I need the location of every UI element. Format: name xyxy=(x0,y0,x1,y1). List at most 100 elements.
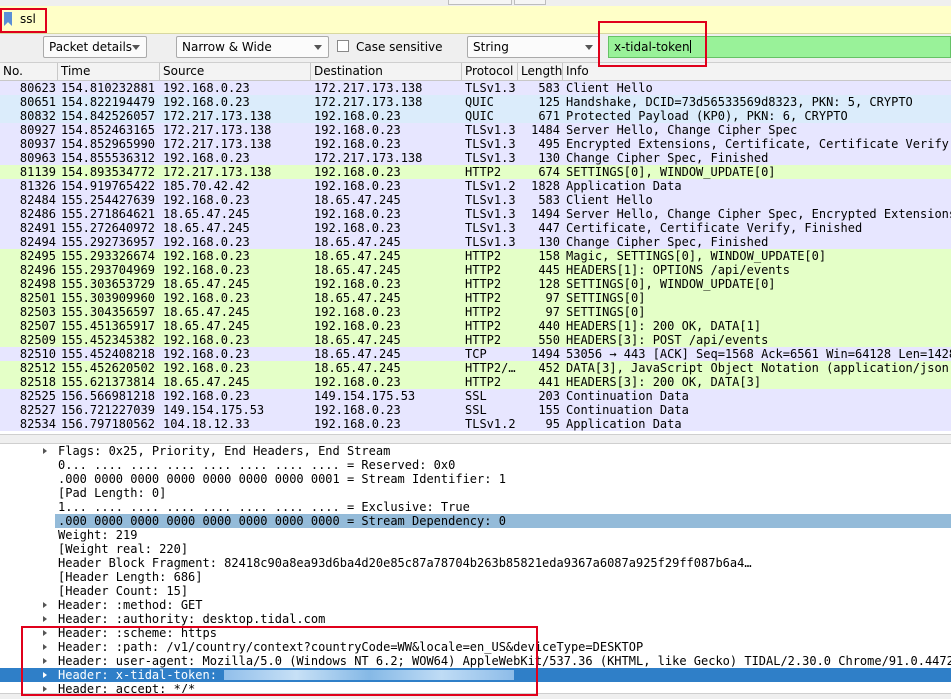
packet-info: Server Hello, Change Cipher Spec, Encryp… xyxy=(566,207,951,221)
search-in-value: Packet details xyxy=(49,40,133,54)
detail-tree-item[interactable]: Header: accept: */* xyxy=(0,682,951,693)
detail-tree-item[interactable]: Header Block Fragment: 82418c90a8ea93d6b… xyxy=(0,556,951,570)
packet-row[interactable]: 82525 156.566981218 192.168.0.23 149.154.17… xyxy=(0,389,951,403)
detail-label: [Pad Length: 0] xyxy=(58,486,167,500)
detail-tree-item[interactable]: Header: :method: GET xyxy=(0,598,951,612)
packet-row[interactable]: 81326 154.919765422 185.70.42.42 192.168.0.… xyxy=(0,179,951,193)
detail-tree-item[interactable]: Header: user-agent: Mozilla/5.0 (Windows… xyxy=(0,654,951,668)
column-protocol[interactable]: Protocol xyxy=(462,63,518,80)
packet-list[interactable]: 80623 154.810232881 192.168.0.23 172.217.17… xyxy=(0,81,951,431)
packet-details-tree[interactable]: Flags: 0x25, Priority, End Headers, End … xyxy=(0,443,951,693)
expand-arrow-icon[interactable] xyxy=(43,686,47,692)
packet-row[interactable]: 82496 155.293704969 192.168.0.23 18.65.47.2… xyxy=(0,263,951,277)
packet-protocol: TLSv1.3 xyxy=(465,221,516,235)
detail-tree-item[interactable]: [Weight real: 220] xyxy=(0,542,951,556)
packet-source: 172.217.173.138 xyxy=(163,123,272,137)
packet-protocol: QUIC xyxy=(465,95,494,109)
packet-info: 53056 → 443 [ACK] Seq=1568 Ack=6561 Win=… xyxy=(566,347,951,361)
detail-text: [Weight real: 220] xyxy=(58,542,188,556)
detail-label: Header: :path: /v1/country/context?count… xyxy=(58,640,644,654)
packet-bytes-edge xyxy=(0,693,951,699)
packet-protocol: TLSv1.2 xyxy=(465,179,516,193)
column-info[interactable]: Info xyxy=(563,63,951,80)
packet-row[interactable]: 80651 154.822194479 192.168.0.23 172.217.17… xyxy=(0,95,951,109)
expand-arrow-icon[interactable] xyxy=(43,616,47,622)
detail-tree-item[interactable]: Header: :authority: desktop.tidal.com xyxy=(0,612,951,626)
packet-row[interactable]: 80963 154.855536312 192.168.0.23 172.217.17… xyxy=(0,151,951,165)
detail-label: 0... .... .... .... .... .... .... .... … xyxy=(58,458,456,472)
detail-tree-item[interactable]: [Header Count: 15] xyxy=(0,584,951,598)
packet-row[interactable]: 82498 155.303653729 18.65.47.245 192.168.0.… xyxy=(0,277,951,291)
detail-tree-item[interactable]: 0... .... .... .... .... .... .... .... … xyxy=(0,458,951,472)
packet-row[interactable]: 82534 156.797180562 104.18.12.33 192.168.0.… xyxy=(0,417,951,431)
expand-arrow-icon[interactable] xyxy=(43,630,47,636)
detail-tree-item[interactable]: Header: :path: /v1/country/context?count… xyxy=(0,640,951,654)
packet-row[interactable]: 82527 156.721227039 149.154.175.53 192.168.… xyxy=(0,403,951,417)
detail-tree-item[interactable]: Header: :scheme: https xyxy=(0,626,951,640)
search-type-dropdown[interactable]: String xyxy=(467,36,600,58)
expand-arrow-icon[interactable] xyxy=(43,644,47,650)
packet-info: SETTINGS[0], WINDOW_UPDATE[0] xyxy=(566,165,776,179)
column-source[interactable]: Source xyxy=(160,63,311,80)
detail-tree-item[interactable]: Header: x-tidal-token: xyxy=(0,668,951,682)
display-filter-input[interactable]: ssl xyxy=(20,12,36,26)
packet-row[interactable]: 81139 154.893534772 172.217.173.138 192.168… xyxy=(0,165,951,179)
packet-row[interactable]: 82509 155.452345382 192.168.0.23 18.65.47.2… xyxy=(0,333,951,347)
packet-row[interactable]: 82486 155.271864621 18.65.47.245 192.168.0.… xyxy=(0,207,951,221)
detail-tree-item[interactable]: [Pad Length: 0] xyxy=(0,486,951,500)
packet-row[interactable]: 82518 155.621373814 18.65.47.245 192.168.0.… xyxy=(0,375,951,389)
toolbar-button[interactable] xyxy=(448,0,512,5)
detail-tree-item[interactable]: Weight: 219 xyxy=(0,528,951,542)
detail-tree-item[interactable]: 1... .... .... .... .... .... .... .... … xyxy=(0,500,951,514)
packet-info: HEADERS[1]: 200 OK, DATA[1] xyxy=(566,319,762,333)
packet-row[interactable]: 82510 155.452408218 192.168.0.23 18.65.47.2… xyxy=(0,347,951,361)
detail-tree-item[interactable]: [Header Length: 686] xyxy=(0,570,951,584)
packet-list-header: No. Time Source Destination Protocol Len… xyxy=(0,63,951,81)
packet-source: 192.168.0.23 xyxy=(163,81,250,95)
packet-row[interactable]: 82503 155.304356597 18.65.47.245 192.168.0.… xyxy=(0,305,951,319)
find-string-input[interactable]: x-tidal-token xyxy=(608,36,951,58)
packet-row[interactable]: 80937 154.852965990 172.217.173.138 192.168… xyxy=(0,137,951,151)
packet-length: 125 xyxy=(538,95,560,109)
packet-time: 156.721227039 xyxy=(61,403,155,417)
packet-info: Change Cipher Spec, Finished xyxy=(566,151,769,165)
charset-dropdown[interactable]: Narrow & Wide xyxy=(176,36,329,58)
packet-row[interactable]: 82512 155.452620502 192.168.0.23 18.65.47.2… xyxy=(0,361,951,375)
packet-row[interactable]: 80623 154.810232881 192.168.0.23 172.217.17… xyxy=(0,81,951,95)
expand-arrow-icon[interactable] xyxy=(43,658,47,664)
expand-arrow-icon[interactable] xyxy=(43,672,47,678)
packet-no: 82496 xyxy=(19,263,56,277)
column-length[interactable]: Length xyxy=(518,63,563,80)
packet-row[interactable]: 80927 154.852463165 172.217.173.138 192.168… xyxy=(0,123,951,137)
packet-row[interactable]: 82494 155.292736957 192.168.0.23 18.65.47.2… xyxy=(0,235,951,249)
packet-time: 156.566981218 xyxy=(61,389,155,403)
search-in-dropdown[interactable]: Packet details xyxy=(43,36,147,58)
expand-arrow-icon[interactable] xyxy=(43,448,47,454)
toolbar-button[interactable] xyxy=(514,0,546,5)
display-filter-bar[interactable] xyxy=(0,6,951,34)
column-destination[interactable]: Destination xyxy=(311,63,462,80)
packet-length: 158 xyxy=(538,249,560,263)
detail-label: Header: :authority: desktop.tidal.com xyxy=(58,612,326,626)
packet-row[interactable]: 80832 154.842526057 172.217.173.138 192.168… xyxy=(0,109,951,123)
detail-text: .000 0000 0000 0000 0000 0000 0000 0001 … xyxy=(58,472,506,486)
packet-row[interactable]: 82484 155.254427639 192.168.0.23 18.65.47.2… xyxy=(0,193,951,207)
packet-length: 447 xyxy=(538,221,560,235)
case-sensitive-checkbox[interactable] xyxy=(337,40,349,52)
packet-no: 82498 xyxy=(19,277,56,291)
detail-tree-item[interactable]: .000 0000 0000 0000 0000 0000 0000 0001 … xyxy=(0,472,951,486)
detail-tree-item[interactable]: Flags: 0x25, Priority, End Headers, End … xyxy=(0,444,951,458)
packet-row[interactable]: 82491 155.272640972 18.65.47.245 192.168.0.… xyxy=(0,221,951,235)
packet-length: 441 xyxy=(538,375,560,389)
packet-source: 172.217.173.138 xyxy=(163,109,272,123)
packet-row[interactable]: 82501 155.303909960 192.168.0.23 18.65.47.2… xyxy=(0,291,951,305)
detail-tree-item[interactable]: .000 0000 0000 0000 0000 0000 0000 0000 … xyxy=(0,514,951,528)
column-time[interactable]: Time xyxy=(58,63,160,80)
column-no[interactable]: No. xyxy=(0,63,58,80)
packet-row[interactable]: 82507 155.451365917 18.65.47.245 192.168.0.… xyxy=(0,319,951,333)
expand-arrow-icon[interactable] xyxy=(43,602,47,608)
packet-protocol: HTTP2 xyxy=(465,291,502,305)
detail-label: Header: x-tidal-token: xyxy=(58,668,225,682)
packet-length: 674 xyxy=(538,165,560,179)
packet-row[interactable]: 82495 155.293326674 192.168.0.23 18.65.47.2… xyxy=(0,249,951,263)
